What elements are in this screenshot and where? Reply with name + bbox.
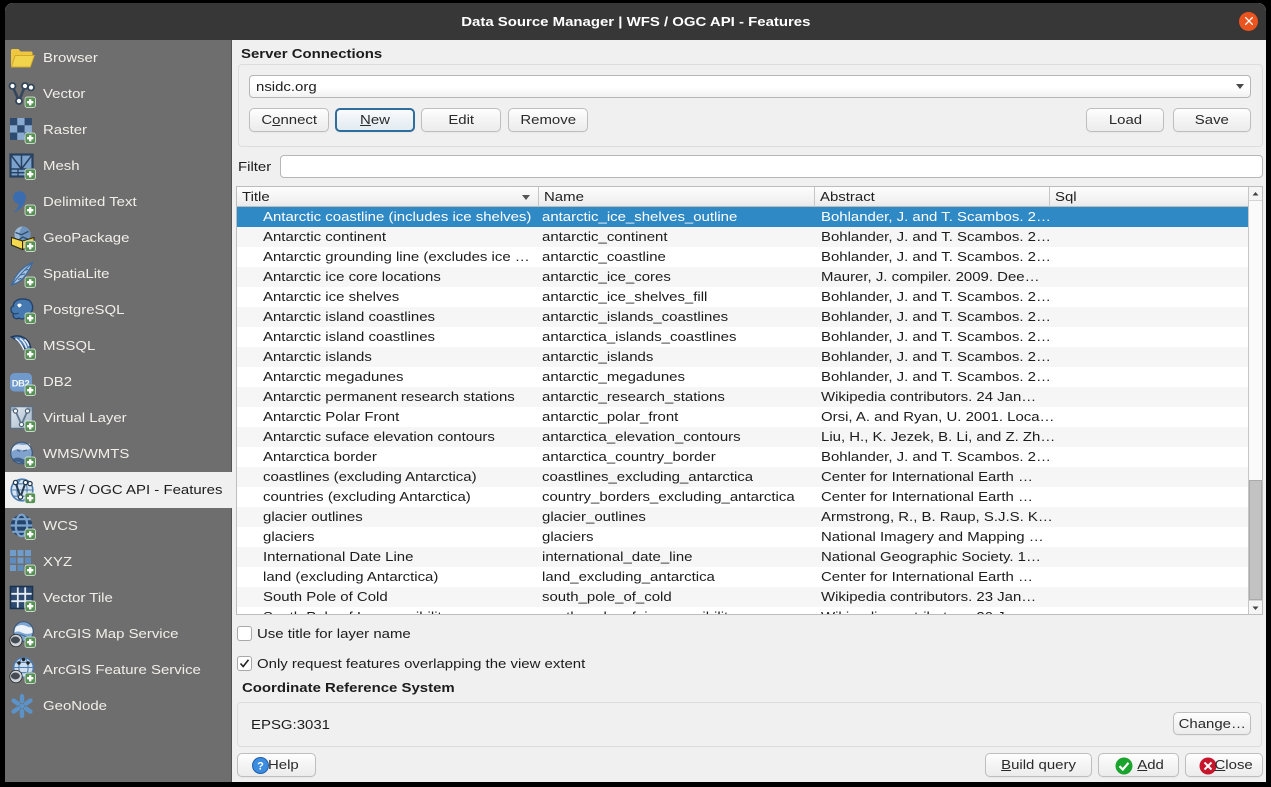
svg-text:?: ? [257, 761, 264, 773]
